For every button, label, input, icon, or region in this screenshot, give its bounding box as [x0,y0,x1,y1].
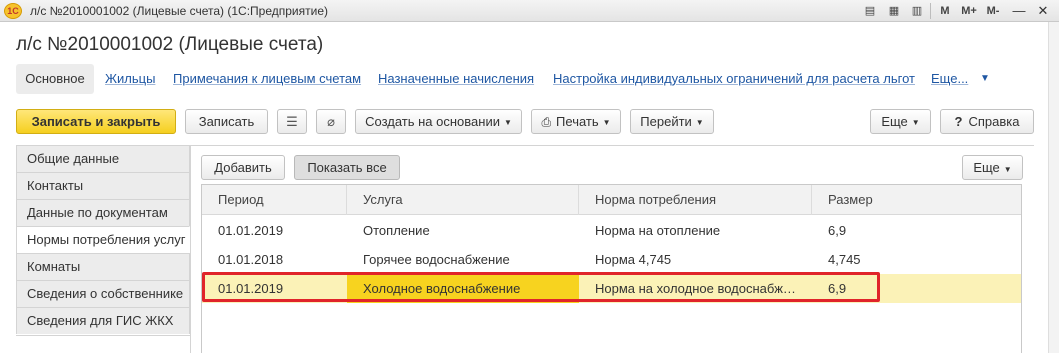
printer-icon: ⎙ [541,115,552,129]
table-row[interactable]: 01.01.2019 Отопление Норма на отопление … [202,216,1021,245]
column-norm[interactable]: Норма потребления [579,185,812,215]
tab-notes[interactable]: Примечания к лицевым счетам [173,64,361,94]
list-icon: ☰ [286,114,298,129]
calculator-icon[interactable]: ▥ [909,3,925,19]
section-consumption-norms[interactable]: Нормы потребления услуг [16,226,190,253]
cell-size: 6,9 [828,223,847,238]
cell-period: 01.01.2019 [218,281,284,296]
help-button[interactable]: ? Справка [940,109,1034,134]
goto-button[interactable]: Перейти ▼ [630,109,714,134]
caret-down-icon: ▼ [503,118,512,128]
tab-assigned-charges[interactable]: Назначенные начисления [378,64,534,94]
table-row-selected[interactable]: 01.01.2019 Холодное водоснабжение Норма … [202,274,1021,303]
document-list-button[interactable]: ☰ [277,109,307,134]
calendar-icon[interactable]: ▦ [886,3,902,19]
cell-period: 01.01.2019 [218,223,284,238]
memory-button[interactable]: M [937,3,953,19]
window-title: л/с №2010001002 (Лицевые счета) (1С:Пред… [30,4,328,18]
cell-size: 4,745 [828,252,861,267]
cell-norm: Норма на отопление [595,223,721,238]
close-button[interactable]: ✕ [1034,2,1052,20]
tab-more[interactable]: Еще... [931,64,968,94]
print-label: Печать [556,114,599,129]
table-header: Период Услуга Норма потребления Размер [202,185,1021,215]
save-and-close-button[interactable]: Записать и закрыть [16,109,176,134]
caret-down-icon: ▼ [602,118,611,128]
window-titlebar: 1С л/с №2010001002 (Лицевые счета) (1С:П… [0,0,1059,22]
print-icon[interactable]: ▤ [862,3,878,19]
column-size[interactable]: Размер [812,185,1021,215]
section-contacts[interactable]: Контакты [16,172,190,199]
print-button[interactable]: ⎙ Печать ▼ [531,109,621,134]
help-label: Справка [968,114,1020,129]
toolbar-divider [930,3,931,19]
norms-table: Период Услуга Норма потребления Размер 0… [201,184,1022,353]
app-logo-icon: 1С [4,3,22,19]
tab-main[interactable]: Основное [16,64,94,94]
section-documents[interactable]: Данные по документам [16,199,190,226]
memory-plus-button[interactable]: M+ [958,3,980,19]
create-based-label: Создать на основании [365,114,500,129]
section-owner[interactable]: Сведения о собственнике [16,280,190,307]
chevron-down-icon[interactable]: ▼ [980,66,990,92]
caret-down-icon: ▼ [695,118,704,128]
column-service[interactable]: Услуга [347,185,579,215]
cell-period: 01.01.2018 [218,252,284,267]
memory-minus-button[interactable]: M- [983,3,1003,19]
table-more-button[interactable]: Еще ▼ [962,155,1023,180]
table-more-label: Еще [973,160,1000,175]
more-actions-button[interactable]: Еще ▼ [870,109,931,134]
paperclip-icon: ⌀ [327,114,335,129]
column-period[interactable]: Период [202,185,347,215]
minimize-button[interactable]: — [1010,2,1028,20]
caret-down-icon: ▼ [911,118,920,128]
goto-label: Перейти [640,114,692,129]
section-rooms[interactable]: Комнаты [16,253,190,280]
add-button[interactable]: Добавить [201,155,285,180]
help-icon: ? [954,114,963,129]
cell-service-current[interactable]: Холодное водоснабжение [347,274,579,303]
attach-button[interactable]: ⌀ [316,109,346,134]
tab-residents[interactable]: Жильцы [105,64,155,94]
caret-down-icon: ▼ [1003,165,1012,174]
section-general[interactable]: Общие данные [16,145,190,172]
tab-benefit-limits[interactable]: Настройка индивидуальных ограничений для… [553,64,915,94]
page-title: л/с №2010001002 (Лицевые счета) [16,34,324,55]
more-label: Еще [881,114,908,129]
cell-service: Отопление [363,223,430,238]
window-right-edge [1048,22,1059,353]
create-based-on-button[interactable]: Создать на основании ▼ [355,109,522,134]
save-button[interactable]: Записать [185,109,268,134]
cell-service: Горячее водоснабжение [363,252,510,267]
show-all-button[interactable]: Показать все [294,155,400,180]
nav-divider [16,335,190,336]
cell-norm: Норма 4,745 [595,252,672,267]
table-row[interactable]: 01.01.2018 Горячее водоснабжение Норма 4… [202,245,1021,274]
cell-size: 6,9 [828,281,847,296]
cell-norm: Норма на холодное водоснабжение [595,281,812,296]
section-gis-zhkh[interactable]: Сведения для ГИС ЖКХ [16,307,190,334]
